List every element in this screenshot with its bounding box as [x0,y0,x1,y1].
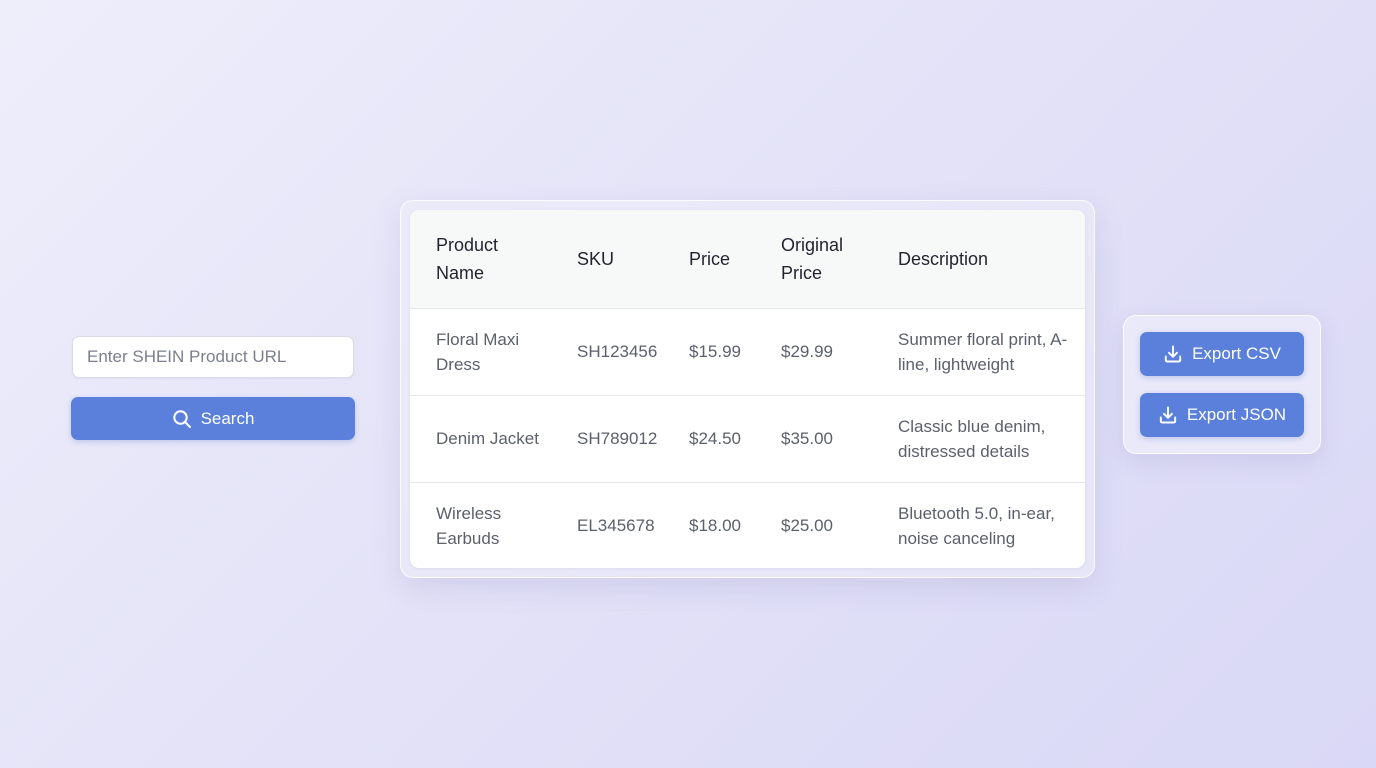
download-icon [1163,344,1183,364]
column-header-description: Description [872,210,1085,309]
cell-original-price: $29.99 [755,308,872,396]
search-icon [172,409,192,429]
table-header-row: Product Name SKU Price Original Price De… [410,210,1085,309]
table-row: Denim Jacket SH789012 $24.50 $35.00 Clas… [410,395,1085,483]
export-csv-label: Export CSV [1192,344,1281,363]
export-json-label: Export JSON [1186,405,1287,424]
cell-description: Summer floral print, A-line, lightweight [872,308,1085,396]
cell-description: Classic blue denim, distressed details [872,395,1085,483]
product-table: Product Name SKU Price Original Price De… [410,210,1085,568]
cell-sku: EL345678 [577,516,655,536]
cell-description: Bluetooth 5.0, in-ear, noise canceling [898,503,1055,548]
cell-original-price: $35.00 [755,395,872,483]
column-header-product-name: Product Name [410,210,551,309]
column-header-price: Price [666,210,755,309]
search-button[interactable]: Search [71,397,355,440]
cell-original-price: $25.00 [781,516,833,536]
export-csv-button[interactable]: Export CSV [1140,332,1304,376]
export-json-button[interactable]: Export JSON [1140,393,1304,437]
cell-sku: SH123456 [551,308,666,396]
table-row: Floral Maxi Dress SH123456 $15.99 $29.99… [410,308,1085,396]
cell-price: $15.99 [666,308,755,396]
cell-product-name: Wireless Earbuds [436,503,502,548]
cell-sku: SH789012 [551,395,666,483]
table-row: Wireless Earbuds EL345678 $18.00 $25.00 … [410,482,1085,568]
column-header-original-price: Original Price [755,210,872,309]
product-url-input[interactable] [72,336,354,378]
search-button-label: Search [200,408,255,428]
cell-price: $18.00 [689,516,741,536]
cell-product-name: Floral Maxi Dress [410,308,551,396]
cell-product-name: Denim Jacket [410,395,551,483]
download-icon [1158,405,1178,425]
column-header-sku: SKU [551,210,666,309]
cell-price: $24.50 [666,395,755,483]
product-table-card: Product Name SKU Price Original Price De… [410,210,1085,568]
